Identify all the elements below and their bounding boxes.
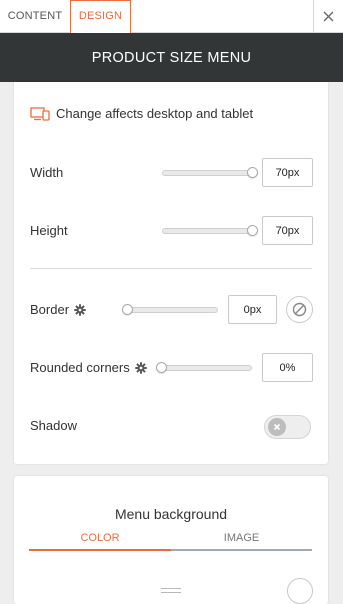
divider <box>30 268 312 269</box>
rounded-corners-row: Rounded corners 0% <box>30 353 313 383</box>
tab-content[interactable]: CONTENT <box>0 0 70 33</box>
rounded-corners-label: Rounded corners <box>30 360 130 375</box>
tab-color[interactable]: COLOR <box>29 526 171 551</box>
close-icon <box>323 11 334 22</box>
menu-background-card: Menu background COLOR IMAGE <box>14 476 328 604</box>
shadow-row: Shadow <box>30 411 313 441</box>
border-slider[interactable] <box>122 304 218 315</box>
shadow-toggle-knob <box>268 418 286 436</box>
device-note-text: Change affects desktop and tablet <box>56 106 254 121</box>
tab-design[interactable]: DESIGN <box>70 0 131 34</box>
desktop-tablet-icon <box>30 106 50 121</box>
panel-header: PRODUCT SIZE MENU <box>0 33 343 82</box>
rounded-corners-slider-track <box>156 365 252 371</box>
width-label: Width <box>30 165 64 180</box>
tab-image[interactable]: IMAGE <box>171 526 312 551</box>
shadow-toggle[interactable] <box>264 415 311 439</box>
border-slider-track <box>122 307 218 313</box>
height-slider-handle[interactable] <box>247 225 258 236</box>
menu-background-tabs: COLOR IMAGE <box>29 526 312 552</box>
border-row: Border 0px <box>30 295 313 325</box>
width-input[interactable]: 70px <box>262 158 313 187</box>
gear-icon[interactable] <box>74 304 86 316</box>
tab-bar: CONTENT DESIGN <box>0 0 343 34</box>
rounded-label-group: Rounded corners <box>30 353 147 383</box>
shadow-label: Shadow <box>30 418 77 433</box>
color-swatch-button[interactable] <box>287 578 313 604</box>
width-row: Width 70px <box>30 158 313 188</box>
height-slider-track <box>162 228 258 234</box>
gear-icon[interactable] <box>135 362 147 374</box>
panel-title: PRODUCT SIZE MENU <box>91 49 252 66</box>
width-slider[interactable] <box>162 167 258 178</box>
rounded-corners-slider[interactable] <box>156 362 252 373</box>
height-label: Height <box>30 223 68 238</box>
border-slider-handle[interactable] <box>122 304 133 315</box>
size-settings-card: Change affects desktop and tablet Width … <box>14 82 328 464</box>
close-button[interactable] <box>313 0 343 33</box>
ban-icon <box>292 302 307 317</box>
border-input[interactable]: 0px <box>228 295 277 324</box>
width-slider-handle[interactable] <box>247 167 258 178</box>
width-slider-track <box>162 170 258 176</box>
device-note: Change affects desktop and tablet <box>30 106 253 121</box>
height-slider[interactable] <box>162 225 258 236</box>
height-input[interactable]: 70px <box>262 216 313 245</box>
rounded-corners-slider-handle[interactable] <box>156 362 167 373</box>
x-icon <box>273 423 281 431</box>
menu-background-title: Menu background <box>114 506 228 522</box>
border-label-group: Border <box>30 295 86 325</box>
rounded-corners-input[interactable]: 0% <box>262 353 313 382</box>
resize-grip-icon[interactable] <box>161 588 181 593</box>
no-border-button[interactable] <box>286 296 313 323</box>
border-label: Border <box>30 302 70 317</box>
height-row: Height 70px <box>30 216 313 246</box>
